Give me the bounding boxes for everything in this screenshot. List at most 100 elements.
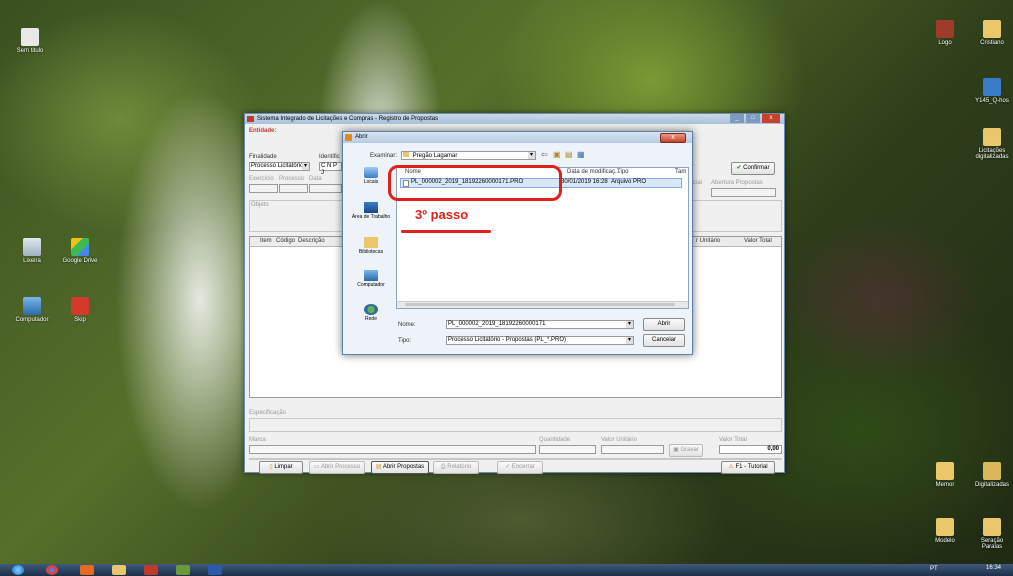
identificacao-label: Identific — [319, 154, 340, 160]
folder-icon — [936, 518, 954, 536]
cnpj-field[interactable]: C N P J — [319, 162, 342, 176]
libraries-icon — [364, 237, 378, 248]
desktop-icon — [364, 202, 378, 213]
desktop-icon-y145[interactable]: Y145_Q-hos — [972, 78, 1012, 104]
dialog-title: Abrir — [355, 134, 368, 140]
folder-icon — [983, 462, 1001, 480]
clock[interactable]: 16:34 — [986, 565, 1001, 571]
google-drive-icon — [71, 238, 89, 256]
app-icon — [983, 78, 1001, 96]
abertura-field[interactable] — [711, 188, 776, 197]
main-window-titlebar[interactable]: Sistema Integrado de Licitações e Compra… — [245, 114, 784, 124]
desktop-icon-label: Computador — [15, 317, 49, 323]
maximize-button[interactable]: □ — [746, 114, 760, 123]
valor-unitario-field[interactable] — [601, 445, 664, 454]
place-area-de-trabalho[interactable]: Área de Trabalho — [351, 202, 391, 220]
desktop-icon-label: Modelo — [935, 538, 955, 544]
desktop-icon-computador[interactable]: Computador — [12, 297, 52, 323]
back-icon[interactable]: ⇦ — [541, 150, 548, 159]
encerrar-button[interactable]: ✓ Encerrar — [497, 461, 543, 474]
desktop-icon-logo[interactable]: Logo — [925, 20, 965, 46]
especificacao-label: Especificação — [249, 410, 287, 416]
folder-icon — [403, 152, 409, 157]
desktop-icon-lixeira[interactable]: Lixeira — [12, 238, 52, 264]
scroll-thumb[interactable] — [405, 303, 675, 306]
desktop-icon-label: Licitações digitalizadas — [975, 148, 1009, 160]
tipo-label: Tipo: — [398, 338, 412, 344]
desktop-icon-label: Digitalizadas — [974, 482, 1010, 488]
desktop-icon-memor[interactable]: Memor — [925, 462, 965, 488]
recent-places-icon — [364, 167, 378, 178]
chevron-down-icon: ▾ — [302, 163, 309, 170]
data-label: Data — [309, 176, 322, 182]
quantidade-field[interactable] — [539, 445, 596, 454]
places-bar: Locais Área de Trabalho Bibliotecas Comp… — [351, 162, 391, 332]
desktop-icon-modelo[interactable]: Modelo — [925, 518, 965, 544]
desktop-icon-digitalizadas[interactable]: Digitalizadas — [972, 462, 1012, 488]
processo-field[interactable] — [279, 184, 308, 193]
up-folder-icon[interactable]: ▣ — [553, 150, 561, 159]
processo-label: Processo — [279, 176, 305, 182]
abrir-processo-button[interactable]: ▭ Abrir Processo — [309, 461, 365, 474]
quantidade-label: Quantidade — [539, 437, 571, 443]
minimize-button[interactable]: _ — [730, 114, 744, 123]
filetype-select[interactable]: Processo Licitatório - Propostas (PL_*.P… — [446, 336, 634, 345]
nome-label: Nome: — [398, 322, 416, 328]
cancelar-button[interactable]: Cancelar — [643, 334, 685, 347]
desktop-icon-google-drive[interactable]: Google Drive — [60, 238, 100, 264]
desktop-icon-cristiano[interactable]: Cristiano — [972, 20, 1012, 46]
word-icon[interactable] — [208, 565, 222, 575]
filename-input[interactable]: PL_000002_2019_18192260000171 ▾ — [446, 320, 634, 329]
app-taskbar-icon[interactable] — [176, 565, 190, 575]
horizontal-scrollbar[interactable] — [397, 301, 688, 308]
confirm-button[interactable]: ✔ Confirmar — [731, 162, 775, 175]
media-icon[interactable] — [144, 565, 158, 575]
tutorial-button[interactable]: ⚠ F1 - Tutorial — [721, 461, 775, 474]
chrome-icon[interactable] — [46, 565, 58, 575]
limpar-button[interactable]: ▯ Limpar — [259, 461, 303, 474]
exercicio-field[interactable] — [249, 184, 278, 193]
col-tam[interactable]: Tam — [675, 169, 686, 175]
dialog-titlebar[interactable]: Abrir x — [343, 132, 692, 143]
abrir-button[interactable]: Abrir — [643, 318, 685, 331]
place-locais[interactable]: Locais — [351, 167, 391, 185]
data-field[interactable] — [309, 184, 342, 193]
relatorio-button[interactable]: ⎙ Relatório — [433, 461, 479, 474]
new-folder-icon[interactable]: ▤ — [565, 150, 573, 159]
gravar-button[interactable]: ▣ Gravar — [669, 444, 703, 457]
close-button[interactable]: x — [660, 133, 686, 143]
explorer-icon[interactable] — [112, 565, 126, 575]
place-bibliotecas[interactable]: Bibliotecas — [351, 237, 391, 255]
warning-icon: ⚠ — [728, 464, 734, 470]
start-orb-icon[interactable] — [12, 565, 24, 575]
view-menu-icon[interactable]: ▦ — [577, 150, 585, 159]
file-icon — [21, 28, 39, 46]
desktop-icon-sem-titulo[interactable]: Sem titulo — [10, 28, 50, 54]
app-icon — [247, 116, 254, 122]
language-indicator[interactable]: PT — [930, 566, 938, 572]
close-button[interactable]: x — [762, 114, 780, 123]
dialog-app-icon — [345, 134, 352, 141]
place-rede[interactable]: Rede — [351, 304, 391, 322]
desktop-icon-label: Y145_Q-hos — [975, 98, 1009, 104]
annotation-underline — [401, 230, 491, 233]
abrir-propostas-button[interactable]: ▤ Abrir Propostas — [371, 461, 429, 474]
place-computador[interactable]: Computador — [351, 270, 391, 288]
browser-icon[interactable] — [80, 565, 94, 575]
network-icon — [364, 304, 378, 315]
desktop-icon-licitacoes[interactable]: Licitações digitalizadas — [972, 128, 1012, 160]
col-data[interactable]: Data de modificaç... — [567, 169, 620, 175]
folder-open-icon: ▤ — [375, 464, 382, 470]
col-valor-unitario: r Unitário — [696, 238, 721, 244]
desktop-icon-label: Cristiano — [980, 40, 1004, 46]
finalidade-select[interactable]: Processo Licitatório ▾ — [249, 162, 310, 171]
folder-select[interactable]: Pregão Lagamar ▾ — [401, 151, 536, 160]
col-tipo[interactable]: Tipo — [617, 169, 628, 175]
bottom-buttons-divider — [249, 458, 782, 460]
desktop-icon-seracao[interactable]: Seração Paralas — [972, 518, 1012, 550]
marca-field[interactable] — [249, 445, 536, 454]
chevron-down-icon: ▾ — [626, 321, 633, 328]
main-window-title: Sistema Integrado de Licitações e Compra… — [257, 116, 439, 122]
desktop-icon-skip[interactable]: Skip — [60, 297, 100, 323]
valor-unitario-label: Valor Unitário — [601, 437, 637, 443]
